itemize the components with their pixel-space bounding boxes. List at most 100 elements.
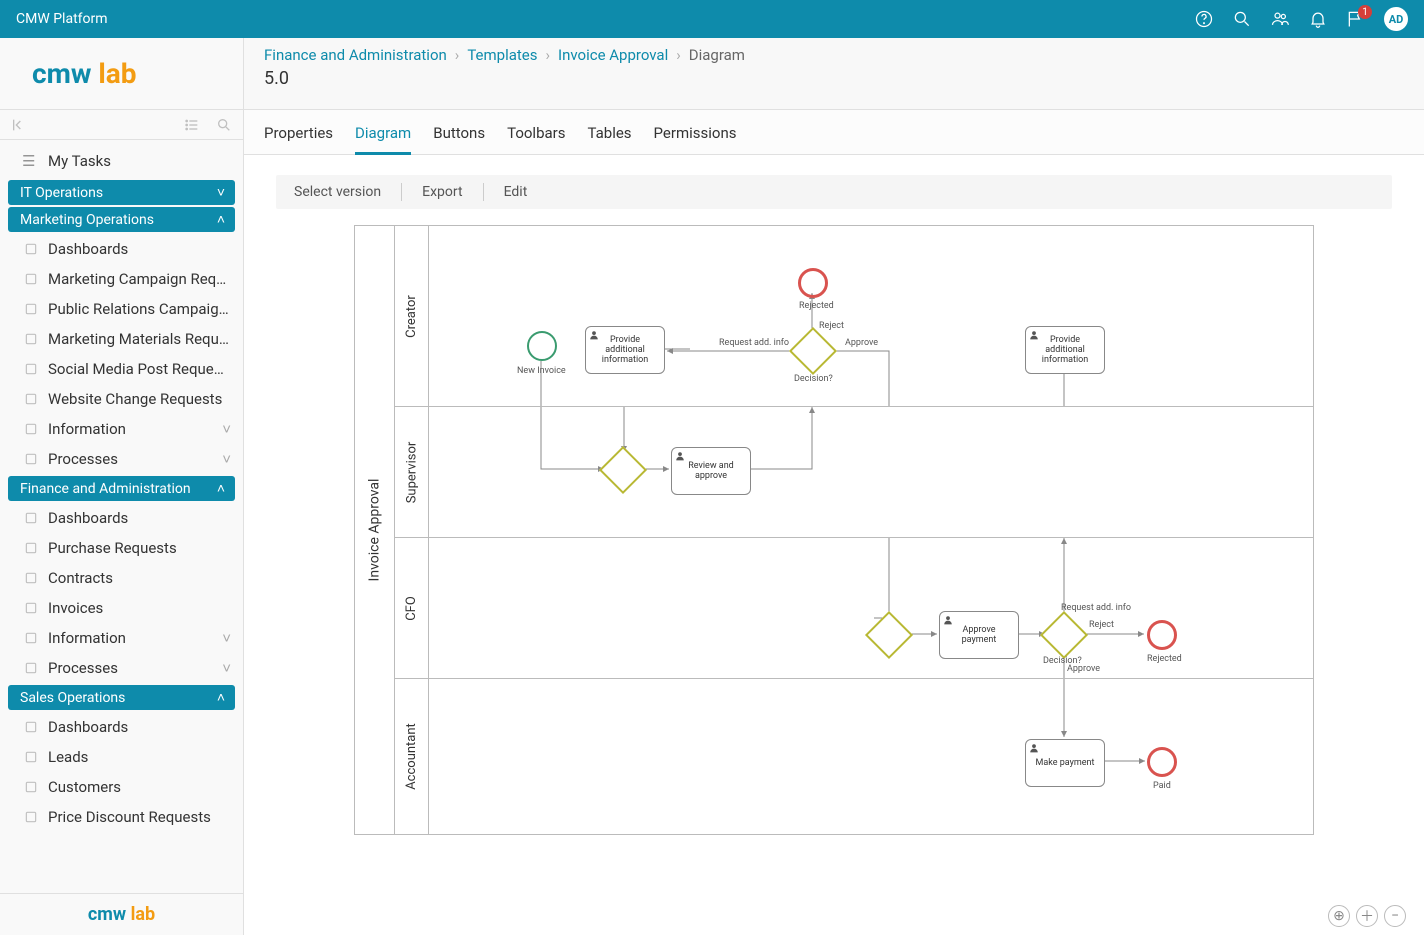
chevron-up-icon: ˄ — [217, 689, 225, 706]
nav-section-label: Marketing Operations — [20, 212, 154, 228]
sidebar-item[interactable]: Price Discount Requests — [0, 802, 243, 832]
search-sidebar-icon[interactable] — [215, 116, 233, 134]
sidebar-item[interactable]: Leads — [0, 742, 243, 772]
item-icon — [22, 390, 40, 408]
sidebar-item[interactable]: Marketing Materials Requ… — [0, 324, 243, 354]
sidebar: cmw lab ☰ My Tasks IT Operations˅Marketi… — [0, 38, 244, 935]
header-right-icons: 1 AD — [1194, 7, 1408, 31]
sidebar-item-label: Dashboards — [48, 240, 231, 258]
end-event-rejected[interactable] — [798, 268, 828, 298]
flag-icon[interactable]: 1 — [1346, 9, 1366, 29]
avatar[interactable]: AD — [1384, 7, 1408, 31]
sidebar-item[interactable]: Dashboards — [0, 503, 243, 533]
flow-reject-2-label: Reject — [1089, 620, 1114, 630]
item-icon — [22, 330, 40, 348]
zoom-fit-icon[interactable]: ⊕ — [1328, 905, 1350, 927]
sidebar-item[interactable]: Information˅ — [0, 623, 243, 653]
sidebar-item[interactable]: Invoices — [0, 593, 243, 623]
nav-my-tasks[interactable]: ☰ My Tasks — [0, 144, 243, 178]
sidebar-item-label: Processes — [48, 450, 222, 468]
sidebar-item[interactable]: Social Media Post Requests — [0, 354, 243, 384]
content: Finance and Administration › Templates ›… — [244, 38, 1424, 935]
gateway-decision-1[interactable] — [789, 327, 837, 375]
sidebar-item-label: Marketing Materials Requ… — [48, 330, 231, 348]
sidebar-item-label: Information — [48, 629, 222, 647]
gateway-decision-2[interactable] — [1040, 611, 1088, 659]
chevron-down-icon: ˅ — [222, 450, 231, 468]
bpmn-pool[interactable]: Invoice Approval Creator — [354, 225, 1314, 835]
sidebar-item[interactable]: Contracts — [0, 563, 243, 593]
gateway-merge-cfo[interactable] — [865, 611, 913, 659]
sidebar-item-label: Marketing Campaign Req… — [48, 270, 231, 288]
sidebar-item-label: Website Change Requests — [48, 390, 231, 408]
item-icon — [22, 420, 40, 438]
tab-tables[interactable]: Tables — [587, 118, 631, 154]
sidebar-item[interactable]: Marketing Campaign Req… — [0, 264, 243, 294]
divider — [483, 183, 484, 201]
flow-request-add-info-label: Request add. info — [719, 338, 789, 348]
task-make-payment[interactable]: Make payment — [1025, 739, 1105, 787]
gateway-merge-supervisor[interactable] — [599, 446, 647, 494]
sidebar-item[interactable]: Processes˅ — [0, 653, 243, 683]
breadcrumb-item-2[interactable]: Invoice Approval — [558, 46, 668, 64]
zoom-out-icon[interactable]: − — [1384, 905, 1406, 927]
sidebar-item-label: Information — [48, 420, 222, 438]
end-event-paid[interactable] — [1147, 747, 1177, 777]
task-provide-additional-info-2[interactable]: Provide additional information — [1025, 326, 1105, 374]
diagram-export[interactable]: Export — [422, 184, 462, 200]
tab-diagram[interactable]: Diagram — [355, 118, 411, 155]
item-icon — [22, 539, 40, 557]
item-icon — [22, 300, 40, 318]
sidebar-item-label: Contracts — [48, 569, 231, 587]
sidebar-item[interactable]: Website Change Requests — [0, 384, 243, 414]
task-review-and-approve[interactable]: Review and approve — [671, 447, 751, 495]
task-provide-additional-info[interactable]: Provide additional information — [585, 326, 665, 374]
breadcrumb-item-1[interactable]: Templates — [467, 46, 537, 64]
sidebar-item-label: Public Relations Campaig… — [48, 300, 231, 318]
sidebar-item[interactable]: Processes˅ — [0, 444, 243, 474]
list-icon[interactable] — [183, 116, 201, 134]
divider — [401, 183, 402, 201]
bell-icon[interactable] — [1308, 9, 1328, 29]
task-approve-payment[interactable]: Approve payment — [939, 611, 1019, 659]
nav-section-header[interactable]: IT Operations˅ — [8, 180, 235, 205]
sidebar-nav[interactable]: ☰ My Tasks IT Operations˅Marketing Opera… — [0, 140, 243, 893]
item-icon — [22, 718, 40, 736]
sidebar-footer-logo[interactable]: cmw lab — [0, 893, 243, 935]
sidebar-item[interactable]: Dashboards — [0, 712, 243, 742]
tab-properties[interactable]: Properties — [264, 118, 333, 154]
nav-section-header[interactable]: Finance and Administration˄ — [8, 476, 235, 501]
breadcrumb-item-0[interactable]: Finance and Administration — [264, 46, 447, 64]
flow-approve-label: Approve — [845, 338, 878, 348]
item-icon — [22, 778, 40, 796]
sidebar-item-label: Processes — [48, 659, 222, 677]
chevron-up-icon: ˄ — [217, 211, 225, 228]
end-event-rejected-2[interactable] — [1147, 620, 1177, 650]
sidebar-item[interactable]: Customers — [0, 772, 243, 802]
sidebar-item-label: Customers — [48, 778, 231, 796]
zoom-in-icon[interactable]: ＋ — [1356, 905, 1378, 927]
sidebar-item[interactable]: Purchase Requests — [0, 533, 243, 563]
diagram-edit[interactable]: Edit — [504, 184, 528, 200]
sidebar-item[interactable]: Information˅ — [0, 414, 243, 444]
collapse-icon[interactable] — [10, 116, 28, 134]
item-icon — [22, 659, 40, 677]
sidebar-item[interactable]: Dashboards — [0, 234, 243, 264]
nav-section-header[interactable]: Sales Operations˄ — [8, 685, 235, 710]
sidebar-item[interactable]: Public Relations Campaig… — [0, 294, 243, 324]
end-event-paid-label: Paid — [1153, 781, 1171, 791]
notification-badge: 1 — [1358, 5, 1372, 19]
help-icon[interactable] — [1194, 9, 1214, 29]
start-event[interactable] — [527, 331, 557, 361]
tab-permissions[interactable]: Permissions — [654, 118, 737, 154]
nav-section-header[interactable]: Marketing Operations ˄ — [8, 207, 235, 232]
gateway-decision-1-label: Decision? — [794, 374, 833, 384]
users-icon[interactable] — [1270, 9, 1290, 29]
tab-toolbars[interactable]: Toolbars — [507, 118, 565, 154]
diagram-select-version[interactable]: Select version — [294, 184, 381, 200]
lane-label-cfo: CFO — [395, 538, 429, 678]
search-icon[interactable] — [1232, 9, 1252, 29]
tab-buttons[interactable]: Buttons — [433, 118, 485, 154]
chevron-right-icon: › — [545, 46, 550, 64]
logo[interactable]: cmw lab — [0, 38, 243, 110]
